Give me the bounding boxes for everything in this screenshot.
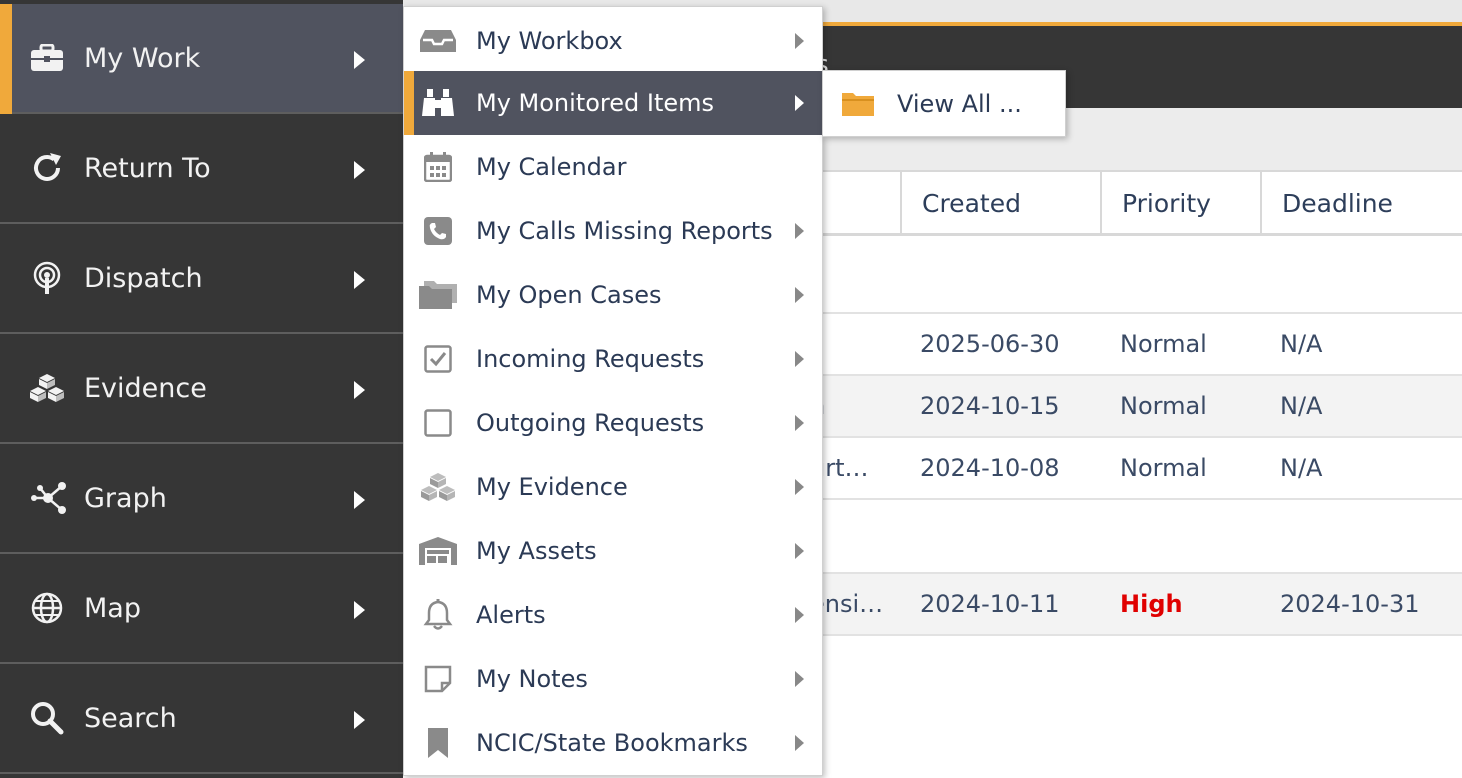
cell-deadline: N/A (1280, 330, 1323, 358)
dispatch-icon (30, 258, 74, 298)
submenu-my-open-cases[interactable]: My Open Cases (404, 263, 822, 327)
chevron-right-icon (354, 711, 365, 729)
chevron-right-icon (354, 271, 365, 289)
view-all-label: View All ... (897, 89, 1022, 118)
warehouse-icon (418, 533, 458, 569)
folder-icon (841, 91, 875, 117)
chevron-right-icon (354, 491, 365, 509)
cell-priority: Normal (1120, 330, 1207, 358)
chevron-right-icon (795, 95, 804, 111)
bookmark-icon (418, 725, 458, 761)
main-menu-my-work[interactable]: My Work (0, 4, 403, 114)
main-menu-search[interactable]: Search (0, 664, 403, 774)
submenu-my-monitored-items[interactable]: My Monitored Items (404, 71, 822, 135)
main-menu-return-to[interactable]: Return To (0, 114, 403, 224)
main-menu-dispatch[interactable]: Dispatch (0, 224, 403, 334)
bell-icon (418, 597, 458, 633)
phone-icon (418, 213, 458, 249)
chevron-right-icon (354, 51, 365, 69)
submenu-label: My Calendar (476, 153, 627, 181)
main-menu-evidence[interactable]: Evidence (0, 334, 403, 444)
folders-icon (418, 277, 458, 313)
column-header-created[interactable]: Created (900, 172, 1100, 235)
inbox-icon (418, 23, 458, 59)
graph-icon (30, 478, 74, 518)
binoculars-icon (418, 85, 458, 121)
chevron-right-icon (795, 479, 804, 495)
cell-deadline: N/A (1280, 392, 1323, 420)
submenu-label: My Assets (476, 537, 597, 565)
view-all-flyout[interactable]: View All ... (822, 70, 1066, 137)
chevron-right-icon (795, 415, 804, 431)
return-icon (30, 148, 74, 188)
column-header-deadline[interactable]: Deadline (1260, 172, 1460, 235)
search-icon (30, 698, 74, 738)
submenu-outgoing-requests[interactable]: Outgoing Requests (404, 391, 822, 455)
submenu-label: Outgoing Requests (476, 409, 705, 437)
submenu-alerts[interactable]: Alerts (404, 583, 822, 647)
cell-created: 2025-06-30 (920, 330, 1060, 358)
submenu-my-assets[interactable]: My Assets (404, 519, 822, 583)
main-menu-graph[interactable]: Graph (0, 444, 403, 554)
cell-created: 2024-10-15 (920, 392, 1060, 420)
submenu-label: My Notes (476, 665, 588, 693)
checkbox-checked-icon (418, 341, 458, 377)
submenu-label: My Open Cases (476, 281, 662, 309)
chevron-right-icon (795, 33, 804, 49)
submenu-label: My Evidence (476, 473, 628, 501)
chevron-right-icon (795, 543, 804, 559)
main-menu-map[interactable]: Map (0, 554, 403, 664)
submenu-ncic-state-bookmarks[interactable]: NCIC/State Bookmarks (404, 711, 822, 775)
main-menu: My Work Return To Dispatch Evidence Grap… (0, 0, 403, 778)
chevron-right-icon (795, 223, 804, 239)
cell-deadline: 2024-10-31 (1280, 590, 1420, 618)
cell-created: 2024-10-08 (920, 454, 1060, 482)
boxes-icon (30, 368, 74, 408)
cell-deadline: N/A (1280, 454, 1323, 482)
cell-priority: Normal (1120, 392, 1207, 420)
submenu-label: My Workbox (476, 27, 623, 55)
submenu-incoming-requests[interactable]: Incoming Requests (404, 327, 822, 391)
checkbox-empty-icon (418, 405, 458, 441)
chevron-right-icon (354, 161, 365, 179)
submenu-my-calls-missing-reports[interactable]: My Calls Missing Reports (404, 199, 822, 263)
cell-priority: Normal (1120, 454, 1207, 482)
submenu-my-calendar[interactable]: My Calendar (404, 135, 822, 199)
column-header-priority[interactable]: Priority (1100, 172, 1260, 235)
submenu-label: Alerts (476, 601, 546, 629)
chevron-right-icon (795, 607, 804, 623)
chevron-right-icon (354, 381, 365, 399)
globe-icon (30, 588, 74, 628)
my-work-submenu: My Workbox My Monitored Items My Calenda… (403, 6, 823, 776)
calendar-icon (418, 149, 458, 185)
cell-priority-high: High (1120, 590, 1183, 618)
submenu-label: Incoming Requests (476, 345, 705, 373)
chevron-right-icon (795, 351, 804, 367)
submenu-label: NCIC/State Bookmarks (476, 729, 748, 757)
chevron-right-icon (795, 287, 804, 303)
submenu-my-notes[interactable]: My Notes (404, 647, 822, 711)
briefcase-icon (30, 38, 74, 78)
boxes-icon (418, 469, 458, 505)
submenu-label: My Calls Missing Reports (476, 217, 773, 245)
chevron-right-icon (795, 671, 804, 687)
chevron-right-icon (795, 735, 804, 751)
cell-created: 2024-10-11 (920, 590, 1060, 618)
chevron-right-icon (354, 601, 365, 619)
submenu-my-evidence[interactable]: My Evidence (404, 455, 822, 519)
submenu-label: My Monitored Items (476, 89, 715, 117)
submenu-my-workbox[interactable]: My Workbox (404, 9, 822, 73)
note-icon (418, 661, 458, 697)
